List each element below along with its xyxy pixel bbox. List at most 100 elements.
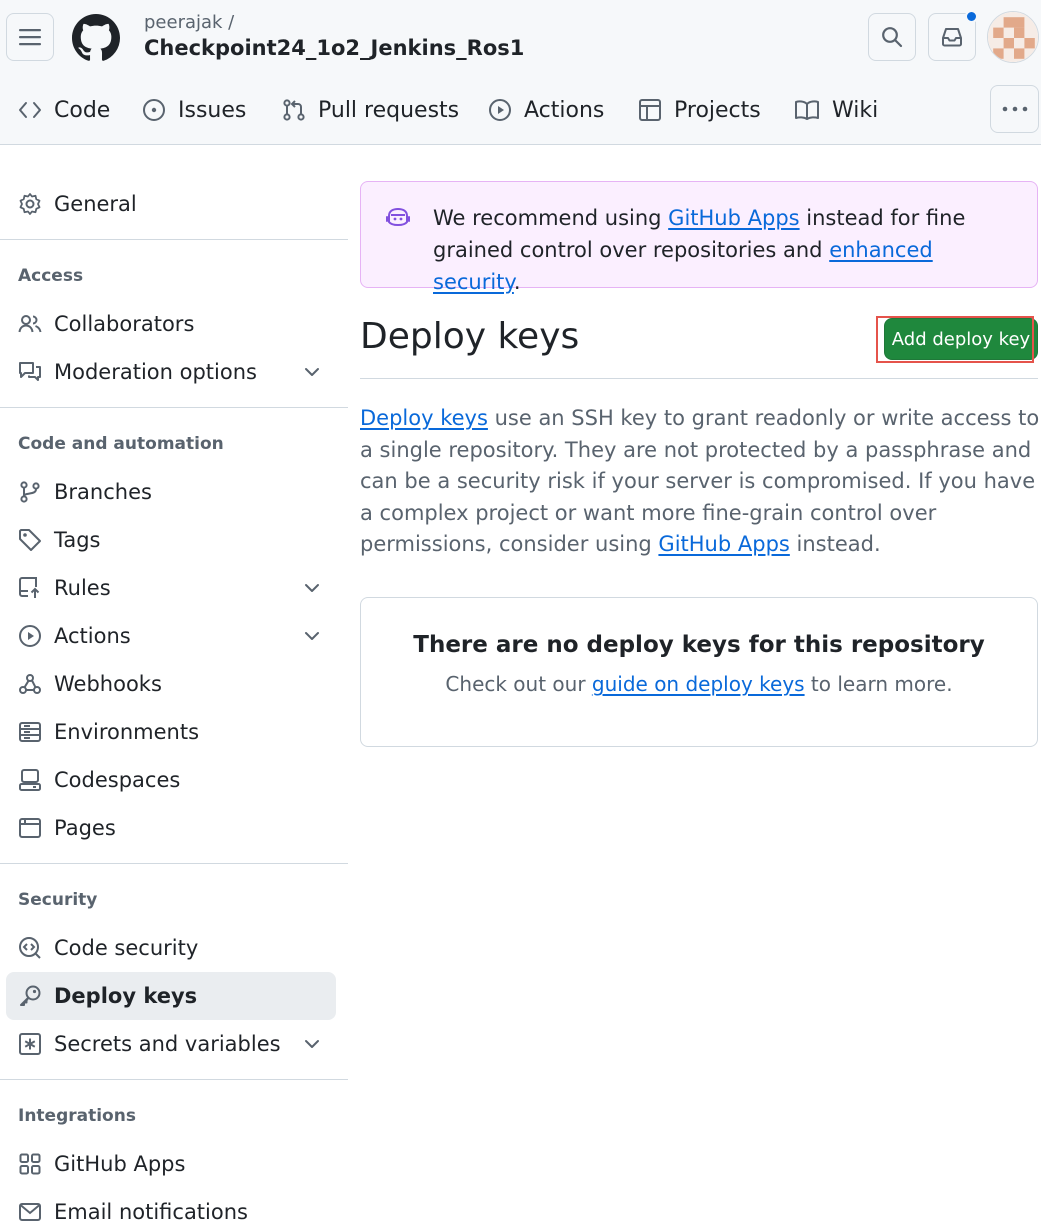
server-icon (18, 720, 42, 744)
mail-icon (18, 1200, 42, 1224)
sidebar-item-email-notifications[interactable]: Email notifications (6, 1188, 336, 1225)
sidebar-item-label: Code security (54, 936, 199, 960)
play-icon (488, 98, 512, 122)
sidebar-divider (0, 863, 348, 864)
sidebar-divider (0, 1079, 348, 1080)
apps-icon (18, 1152, 42, 1176)
repo-owner-link[interactable]: peerajak / (144, 12, 234, 33)
github-apps-recommendation-banner: We recommend using GitHub Apps instead f… (360, 181, 1038, 294)
copilot-icon (385, 206, 411, 230)
inbox-icon (941, 27, 963, 47)
deploy-keys-description: Deploy keys use an SSH key to grant read… (360, 403, 1040, 561)
pull-request-icon (282, 98, 306, 122)
tab-issues-label: Issues (178, 97, 247, 123)
chevron-down-icon (302, 626, 322, 646)
sidebar-section-code-automation: Code and automation (18, 434, 224, 454)
tab-pull-requests[interactable]: Pull requests (282, 88, 459, 132)
repo-header: peerajak / Checkpoint24_1o2_Jenkins_Ros1 (0, 0, 1041, 145)
deploy-keys-docs-link[interactable]: Deploy keys (360, 406, 488, 430)
people-icon (18, 312, 42, 336)
tab-wiki-label: Wiki (832, 97, 879, 123)
sidebar-item-environments[interactable]: Environments (6, 708, 336, 756)
table-icon (638, 98, 662, 122)
codespaces-icon (18, 768, 42, 792)
user-avatar[interactable] (987, 11, 1039, 63)
tab-code-label: Code (54, 97, 111, 123)
empty-state-title: There are no deploy keys for this reposi… (413, 632, 985, 658)
tab-pull-requests-label: Pull requests (318, 97, 460, 123)
sidebar-item-label: Webhooks (54, 672, 162, 696)
sidebar-item-github-apps[interactable]: GitHub Apps (6, 1140, 336, 1188)
sidebar-item-rules[interactable]: Rules (6, 564, 336, 612)
sidebar-section-security: Security (18, 890, 98, 910)
sidebar-item-general[interactable]: General (6, 180, 336, 228)
sidebar-item-label: Pages (54, 816, 116, 840)
issue-icon (142, 98, 166, 122)
chevron-down-icon (302, 578, 322, 598)
sidebar-item-deploy-keys[interactable]: Deploy keys (6, 972, 336, 1020)
sidebar-item-label: Tags (54, 528, 101, 552)
sidebar-item-pages[interactable]: Pages (6, 804, 336, 852)
sidebar-item-webhooks[interactable]: Webhooks (6, 660, 336, 708)
key-icon (18, 984, 42, 1008)
title-divider (360, 378, 1038, 379)
sidebar-item-label: Environments (54, 720, 200, 744)
tab-issues[interactable]: Issues (142, 88, 246, 132)
banner-text: . (513, 270, 521, 294)
repo-name-link[interactable]: Checkpoint24_1o2_Jenkins_Ros1 (144, 36, 524, 60)
play-icon (18, 624, 42, 648)
more-tabs-button[interactable] (990, 85, 1039, 133)
git-branch-icon (18, 480, 42, 504)
sidebar-item-label: Branches (54, 480, 152, 504)
sidebar-item-codespaces[interactable]: Codespaces (6, 756, 336, 804)
asterisk-icon (18, 1032, 42, 1056)
sidebar-item-label: Collaborators (54, 312, 195, 336)
browser-icon (18, 816, 42, 840)
tab-wiki[interactable]: Wiki (794, 88, 878, 132)
sidebar-item-collaborators[interactable]: Collaborators (6, 300, 336, 348)
empty-state-box: There are no deploy keys for this reposi… (360, 597, 1038, 747)
page-title: Deploy keys (360, 316, 580, 357)
sidebar-item-label: Codespaces (54, 768, 181, 792)
tab-actions[interactable]: Actions (488, 88, 604, 132)
banner-message: We recommend using GitHub Apps instead f… (433, 202, 1023, 298)
chevron-down-icon (302, 1034, 322, 1054)
comment-discussion-icon (18, 360, 42, 384)
add-deploy-key-button[interactable]: Add deploy key (884, 318, 1038, 360)
sidebar-item-tags[interactable]: Tags (6, 516, 336, 564)
sidebar-item-moderation[interactable]: Moderation options (6, 348, 336, 396)
notification-indicator (965, 10, 978, 23)
sidebar-divider (0, 239, 348, 240)
empty-state-message: Check out our guide on deploy keys to le… (361, 672, 1037, 696)
github-apps-link[interactable]: GitHub Apps (668, 206, 799, 230)
sidebar-item-label: Deploy keys (54, 984, 198, 1008)
deploy-keys-guide-link[interactable]: guide on deploy keys (592, 672, 805, 696)
sidebar-item-label: General (54, 192, 137, 216)
banner-text: We recommend using (433, 206, 669, 230)
sidebar-section-integrations: Integrations (18, 1106, 136, 1126)
gear-icon (18, 192, 42, 216)
sidebar-item-actions[interactable]: Actions (6, 612, 336, 660)
sidebar-item-secrets[interactable]: Secrets and variables (6, 1020, 336, 1068)
chevron-down-icon (302, 362, 322, 382)
sidebar-item-label: Email notifications (54, 1200, 248, 1224)
empty-state-text: to learn more. (804, 672, 953, 696)
sidebar-item-branches[interactable]: Branches (6, 468, 336, 516)
search-icon (881, 26, 903, 48)
sidebar-item-label: Secrets and variables (54, 1032, 281, 1056)
tab-code[interactable]: Code (18, 88, 110, 132)
empty-state-text: Check out our (445, 672, 592, 696)
tab-actions-label: Actions (524, 97, 605, 123)
menu-button[interactable] (6, 13, 54, 61)
github-logo-icon[interactable] (72, 14, 120, 62)
codescan-icon (18, 936, 42, 960)
code-icon (18, 99, 42, 121)
tag-icon (18, 528, 42, 552)
tab-projects[interactable]: Projects (638, 88, 761, 132)
github-apps-docs-link[interactable]: GitHub Apps (658, 532, 789, 556)
sidebar-item-label: GitHub Apps (54, 1152, 186, 1176)
sidebar-item-code-security[interactable]: Code security (6, 924, 336, 972)
hamburger-icon (19, 28, 41, 46)
webhook-icon (18, 672, 42, 696)
search-button[interactable] (868, 13, 916, 61)
